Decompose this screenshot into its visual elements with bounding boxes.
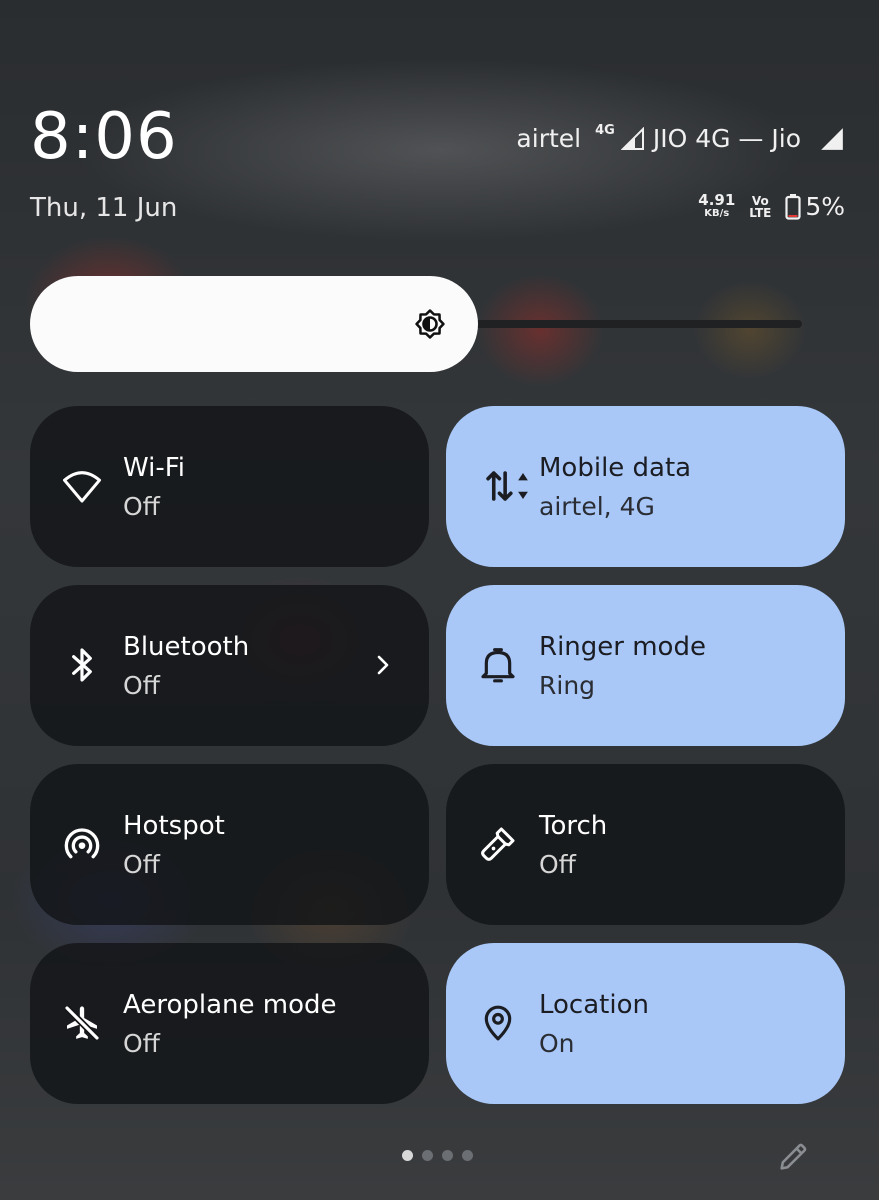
tile-mobile-data[interactable]: Mobile data airtel, 4G xyxy=(446,406,845,567)
battery-icon xyxy=(785,193,801,220)
page-dot xyxy=(442,1150,453,1161)
bluetooth-icon xyxy=(72,648,92,682)
hotspot-icon xyxy=(64,828,100,859)
volte-indicator: Vo LTE xyxy=(749,195,771,219)
signal-icon xyxy=(821,127,843,150)
mobile-data-icon xyxy=(486,471,528,501)
tile-wifi[interactable]: Wi-Fi Off xyxy=(30,406,429,567)
battery: 5% xyxy=(785,192,845,221)
tile-label: Bluetooth xyxy=(123,632,250,662)
tile-state: Off xyxy=(123,1029,160,1058)
tile-label: Mobile data xyxy=(539,453,692,483)
tile-torch[interactable]: Torch Off xyxy=(446,764,845,925)
carrier-status: airtel 4G JIO 4G — Jio xyxy=(516,123,845,153)
network-speed: 4.91 KB/s xyxy=(698,190,736,221)
tile-state: Off xyxy=(123,671,160,700)
torch-icon xyxy=(481,827,515,861)
tile-aeroplane-mode[interactable]: Aeroplane mode Off xyxy=(30,943,429,1104)
carrier-2-name: JIO 4G — Jio xyxy=(652,124,801,153)
tile-label: Location xyxy=(539,990,649,1020)
tile-state: Ring xyxy=(539,671,596,700)
tile-bluetooth[interactable]: Bluetooth Off xyxy=(30,585,429,746)
wifi-icon xyxy=(63,471,101,503)
airplane-off-icon xyxy=(64,1005,100,1041)
page-dot xyxy=(422,1150,433,1161)
location-pin-icon xyxy=(484,1005,512,1041)
chevron-right-icon[interactable] xyxy=(373,651,393,679)
carrier-1-name: airtel xyxy=(516,124,582,153)
tile-label: Torch xyxy=(539,811,608,841)
tile-state: Off xyxy=(539,850,576,879)
tile-state: airtel, 4G xyxy=(539,492,655,521)
tile-state: Off xyxy=(123,850,160,879)
network-speed-unit: KB/s xyxy=(704,207,730,219)
tile-location[interactable]: Location On xyxy=(446,943,845,1104)
quick-settings-panel: 8:06 Thu, 11 Jun airtel 4G JIO 4G — Jio … xyxy=(0,0,879,1200)
page-dot-active xyxy=(402,1150,413,1161)
page-dot xyxy=(462,1150,473,1161)
volte-top: Vo xyxy=(751,193,769,208)
network-speed-value: 4.91 xyxy=(698,190,736,209)
page-indicator xyxy=(402,1150,473,1161)
bell-icon xyxy=(481,648,515,683)
date[interactable]: Thu, 11 Jun xyxy=(30,193,177,223)
brightness-icon xyxy=(415,309,445,339)
tile-state: On xyxy=(539,1029,575,1058)
battery-percent: 5% xyxy=(805,192,845,221)
tile-hotspot[interactable]: Hotspot Off xyxy=(30,764,429,925)
edit-pencil-icon[interactable] xyxy=(776,1140,810,1174)
volte-bottom: LTE xyxy=(749,205,772,220)
tile-label: Aeroplane mode xyxy=(123,990,337,1020)
tile-ringer-mode[interactable]: Ringer mode Ring xyxy=(446,585,845,746)
tile-label: Hotspot xyxy=(123,811,225,841)
tile-label: Ringer mode xyxy=(539,632,706,662)
carrier-1-network-type: 4G xyxy=(595,123,615,138)
brightness-slider-track[interactable] xyxy=(470,320,802,328)
system-status: 4.91 KB/s Vo LTE 5% xyxy=(698,192,845,221)
brightness-slider[interactable] xyxy=(30,276,478,372)
clock[interactable]: 8:06 xyxy=(30,100,178,174)
signal-icon xyxy=(620,126,644,150)
tile-label: Wi-Fi xyxy=(123,453,186,483)
tile-state: Off xyxy=(123,492,160,521)
